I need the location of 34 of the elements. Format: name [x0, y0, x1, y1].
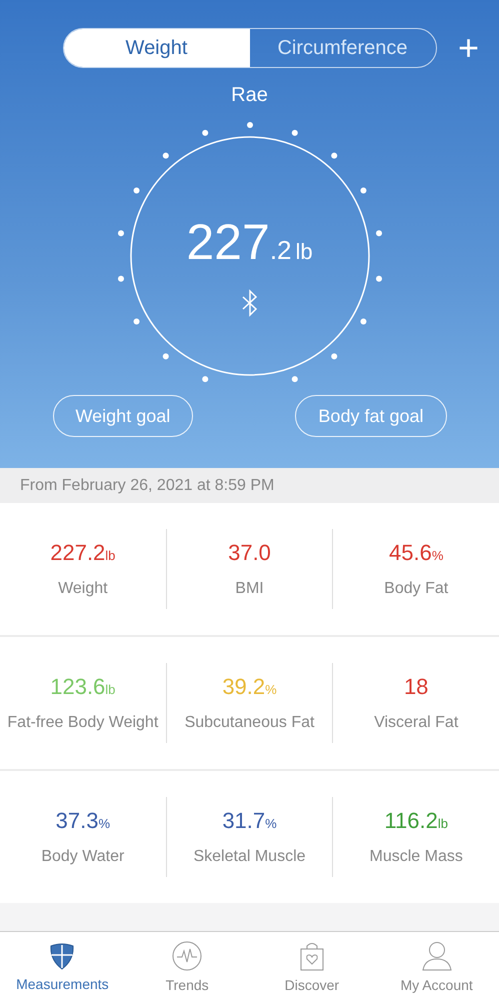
metric-value: 123.6lb — [50, 674, 116, 700]
metric-label: Body Fat — [384, 580, 448, 598]
shield-icon — [48, 942, 76, 970]
metric-value: 116.2lb — [384, 808, 448, 834]
tab[interactable]: Circumference — [250, 29, 436, 67]
metric-label: Skeletal Muscle — [193, 848, 306, 866]
metric-value: 37.3% — [56, 808, 110, 834]
metric-label: Fat-free Body Weight — [7, 714, 158, 732]
person-icon — [420, 941, 453, 971]
metric-value: 31.7% — [222, 808, 277, 834]
pulse-icon — [172, 941, 202, 971]
metric-value: 45.6% — [388, 540, 444, 566]
metric-value: 227.2lb — [50, 540, 116, 566]
measurement-date: From February 26, 2021 at 8:59 PM — [20, 476, 274, 494]
metric-label: Muscle Mass — [370, 848, 463, 866]
nav-tab[interactable]: Measurements — [0, 932, 125, 1000]
metric-label: Body Water — [41, 848, 124, 866]
metric-value: 39.2% — [222, 674, 277, 700]
nav-tab[interactable]: My Account — [374, 932, 499, 1000]
metric-value: 37.0 — [228, 540, 271, 566]
metric-value: 18 — [404, 674, 428, 700]
metric-label: Weight — [58, 580, 108, 598]
nav-tab[interactable]: Discover — [250, 932, 374, 1000]
tab[interactable]: Weight — [64, 29, 250, 67]
metric-label: Subcutaneous Fat — [184, 714, 314, 732]
add-button[interactable]: + — [454, 33, 482, 63]
shopping-bag-icon — [298, 941, 325, 971]
metric-label: BMI — [235, 580, 264, 598]
goal-button[interactable]: Weight goal — [52, 395, 194, 437]
metric-label: Visceral Fat — [374, 714, 458, 732]
goal-button[interactable]: Body fat goal — [295, 395, 446, 437]
weight-reading: 227.2 lb — [185, 213, 314, 271]
nav-tab[interactable]: Trends — [124, 932, 250, 1000]
user-name: Rae — [231, 84, 268, 107]
